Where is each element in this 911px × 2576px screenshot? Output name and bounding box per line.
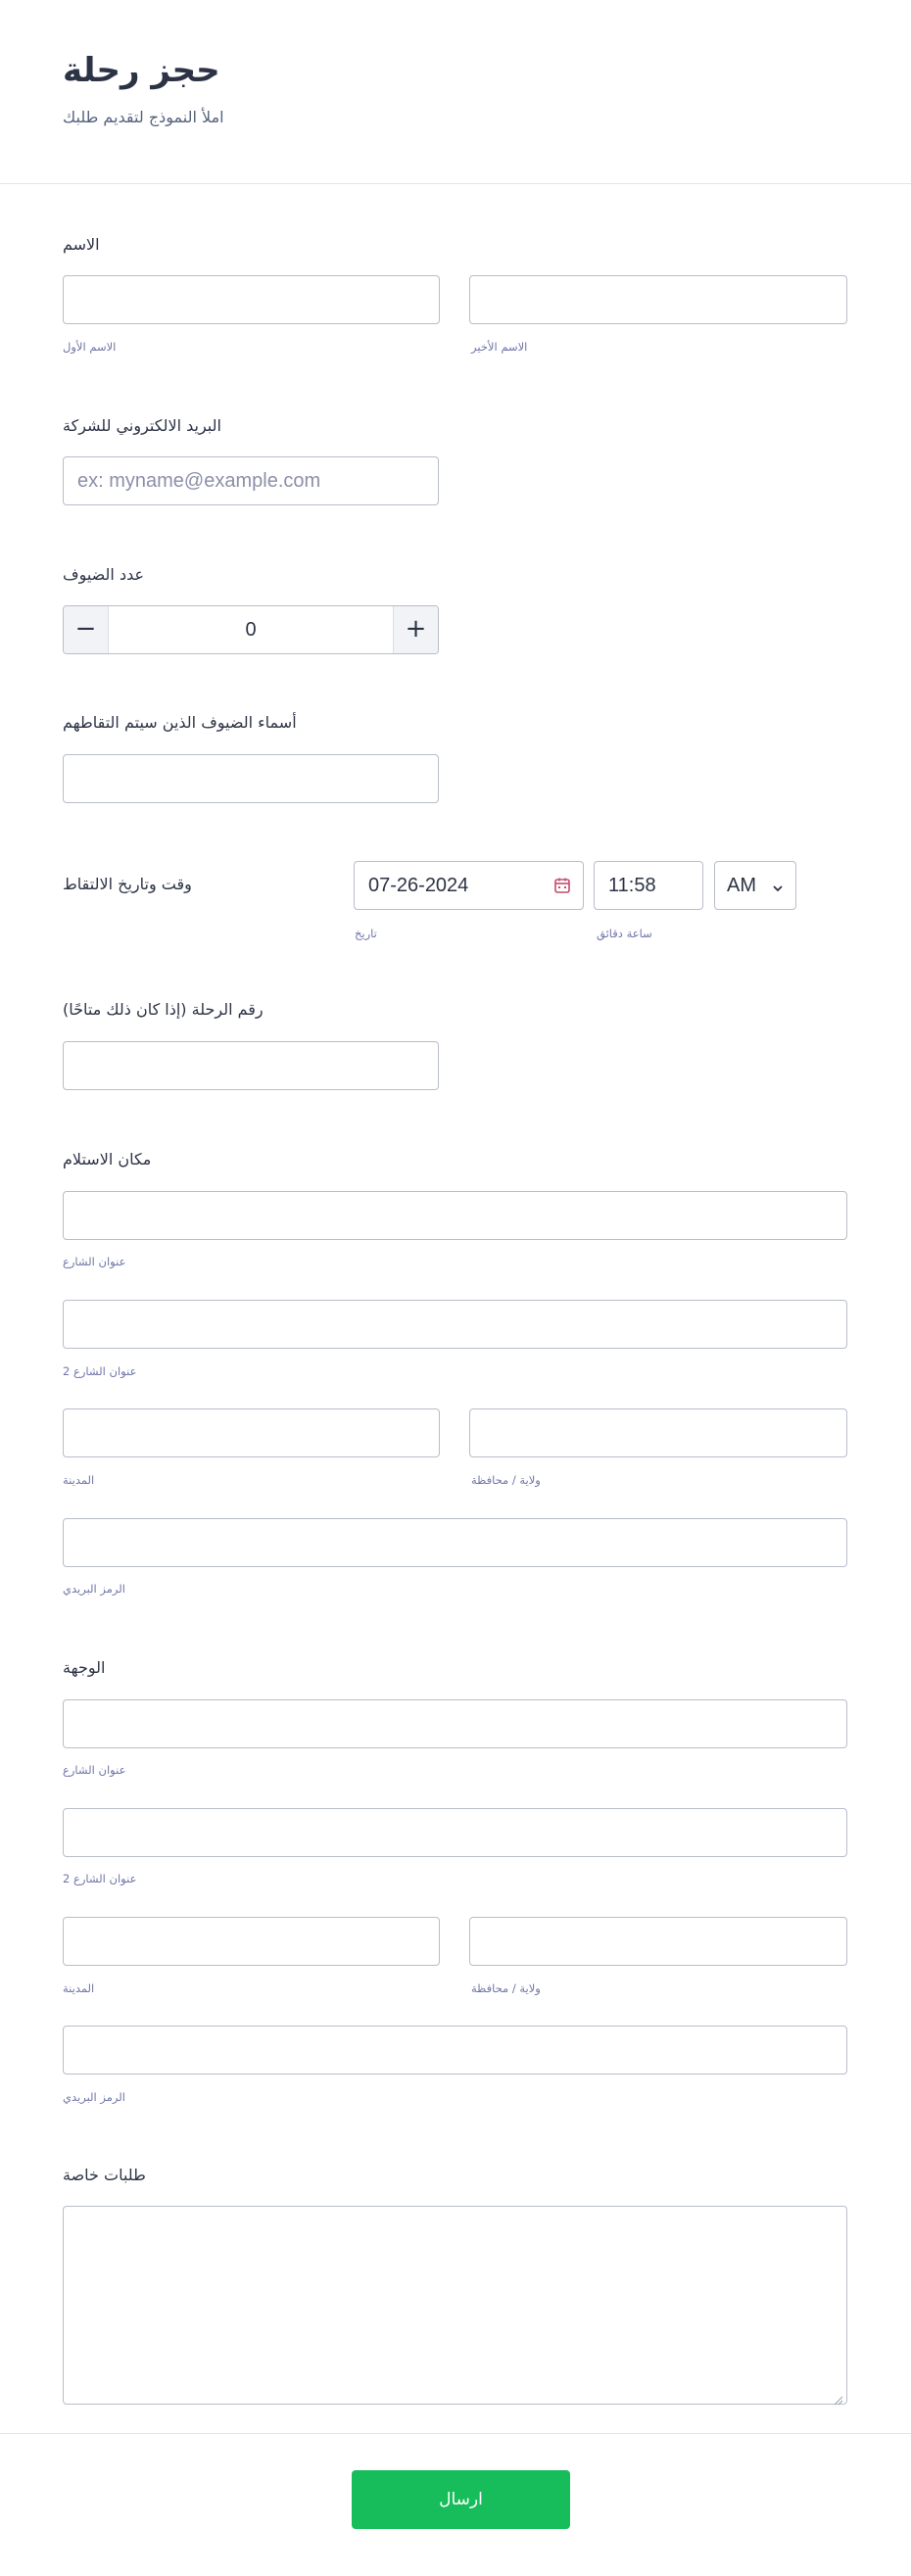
email-field[interactable]: ex: myname@example.com [63,456,439,505]
destination-label: الوجهة [63,1658,106,1677]
time-value: 11:58 [608,875,656,896]
email-placeholder: ex: myname@example.com [77,470,321,492]
footer-divider [0,2433,911,2434]
pickup-street2-input[interactable] [63,1300,847,1349]
pickup-location-label: مكان الاستلام [63,1150,152,1169]
pickup-zip-input[interactable] [63,1518,847,1567]
pickup-street-sublabel: عنوان الشارع [63,1255,126,1268]
ampm-select[interactable]: AM [714,861,796,910]
time-input[interactable]: 11:58 [594,861,703,910]
time-sublabel: ساعة دقائق [597,927,652,940]
destination-street2-sublabel: عنوان الشارع 2 [63,1872,137,1885]
flight-number-label: رقم الرحلة (إذا كان ذلك متاحًا) [63,1000,264,1019]
last-name-input[interactable] [469,275,847,324]
pickup-datetime-label: وقت وتاريخ الالتقاط [63,875,192,893]
increment-button[interactable]: + [393,606,438,653]
name-label: الاسم [63,235,100,254]
guests-count-stepper[interactable]: − 0 + [63,605,439,654]
destination-zip-sublabel: الرمز البريدي [63,2090,125,2104]
ampm-value: AM [727,875,756,896]
email-label: البريد الالكتروني للشركة [63,416,221,435]
special-requests-textarea[interactable] [63,2206,847,2406]
pickup-city-input[interactable] [63,1408,440,1457]
destination-state-input[interactable] [469,1917,847,1966]
guests-count-value[interactable]: 0 [109,606,393,653]
date-value: 07-26-2024 [368,875,469,896]
pickup-street-input[interactable] [63,1191,847,1240]
chevron-down-icon [772,880,784,898]
flight-number-input[interactable] [63,1041,439,1090]
destination-zip-input[interactable] [63,2026,847,2075]
pickup-street2-sublabel: عنوان الشارع 2 [63,1364,137,1378]
decrement-button[interactable]: − [64,606,109,653]
destination-city-sublabel: المدينة [63,1981,95,1995]
submit-button[interactable]: ارسال [352,2470,570,2529]
calendar-icon[interactable] [553,877,571,898]
form-title: حجز رحلة [63,51,220,90]
destination-street-input[interactable] [63,1699,847,1748]
guest-names-label: أسماء الضيوف الذين سيتم التقاطهم [63,713,297,732]
special-requests-label: طلبات خاصة [63,2166,146,2184]
pickup-city-sublabel: المدينة [63,1473,95,1487]
guest-names-input[interactable] [63,754,439,803]
first-name-input[interactable] [63,275,440,324]
guests-count-label: عدد الضيوف [63,565,145,584]
resize-handle-icon[interactable] [834,2391,843,2406]
destination-state-sublabel: ولاية / محافظة [471,1981,541,1995]
first-name-sublabel: الاسم الأول [63,340,117,354]
pickup-state-input[interactable] [469,1408,847,1457]
form-subtitle: املأ النموذج لتقديم طلبك [63,108,224,126]
header-divider [0,183,911,184]
last-name-sublabel: الاسم الأخير [471,340,528,354]
pickup-zip-sublabel: الرمز البريدي [63,1582,125,1596]
destination-street2-input[interactable] [63,1808,847,1857]
destination-city-input[interactable] [63,1917,440,1966]
destination-street-sublabel: عنوان الشارع [63,1763,126,1777]
date-input[interactable]: 07-26-2024 [354,861,584,910]
date-sublabel: تاريخ [355,927,377,940]
pickup-state-sublabel: ولاية / محافظة [471,1473,541,1487]
